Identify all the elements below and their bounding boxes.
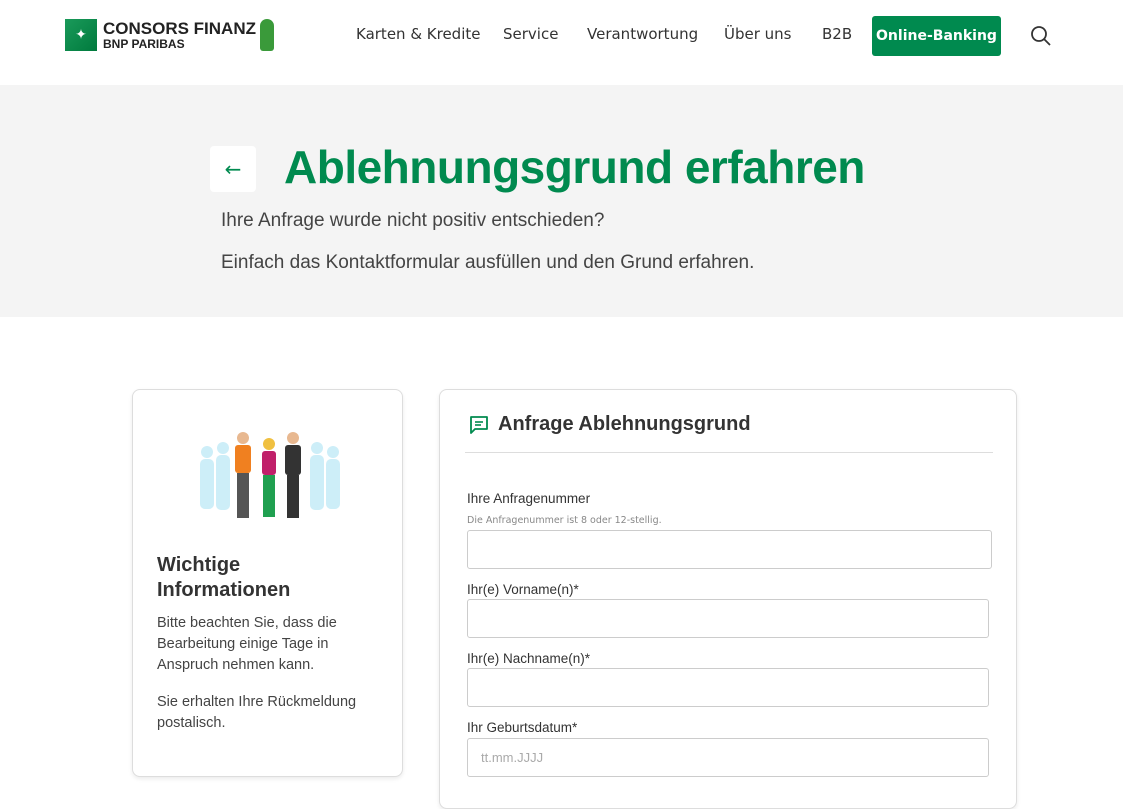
info-text-1: Bitte beachten Sie, dass die Bearbeitung… [157,615,337,673]
hero-line2: Einfach das Kontaktformular ausfüllen un… [221,252,755,273]
back-arrow-button[interactable]: ← [210,146,256,192]
first-name-label: Ihr(e) Vorname(n)* [467,582,579,597]
nav-service[interactable]: Service [503,25,558,43]
form-title: Anfrage Ablehnungsgrund [498,413,751,435]
nav-b2b[interactable]: B2B [822,25,852,43]
request-number-label: Ihre Anfragenummer [467,491,591,506]
request-form: Anfrage Ablehnungsgrund Ihre Anfragenumm… [439,389,1017,809]
info-card: Wichtige Informationen Bitte beachten Si… [132,389,403,777]
info-title: Wichtige Informationen [157,554,291,601]
arrow-left-icon: ← [224,157,242,181]
info-text-2: Sie erhalten Ihre Rückmeldung postalisch… [157,694,357,731]
hero-line1: Ihre Anfrage wurde nicht positiv entschi… [221,210,605,231]
request-number-input[interactable] [467,530,992,569]
birthdate-input[interactable] [467,738,989,777]
nav-ueber-uns[interactable]: Über uns [724,25,792,43]
search-icon[interactable] [1030,25,1052,47]
page-title: Ablehnungsgrund erfahren [284,141,865,193]
last-name-input[interactable] [467,668,989,707]
nav-verantwortung[interactable]: Verantwortung [587,25,698,43]
first-name-input[interactable] [467,599,989,638]
birthdate-label: Ihr Geburtsdatum* [467,720,578,735]
online-banking-button[interactable]: Online-Banking [872,16,1001,56]
chat-bubble-icon [470,415,488,434]
nav-karten-kredite[interactable]: Karten & Kredite [356,25,480,43]
divider [465,452,993,453]
mascot-icon [260,19,274,51]
request-number-hint: Die Anfragenummer ist 8 oder 12-stellig. [467,515,662,526]
logo-line2: BNP PARIBAS [103,37,185,51]
logo[interactable]: ✦ CONSORS FINANZ BNP PARIBAS [65,19,274,51]
hero: ← Ablehnungsgrund erfahren Ihre Anfrage … [0,85,1123,317]
header: ✦ CONSORS FINANZ BNP PARIBAS Karten & Kr… [0,0,1123,85]
last-name-label: Ihr(e) Nachname(n)* [467,651,591,666]
bnp-stars-icon: ✦ [65,19,97,51]
people-illustration [200,432,340,518]
logo-line1: CONSORS FINANZ [103,19,256,38]
